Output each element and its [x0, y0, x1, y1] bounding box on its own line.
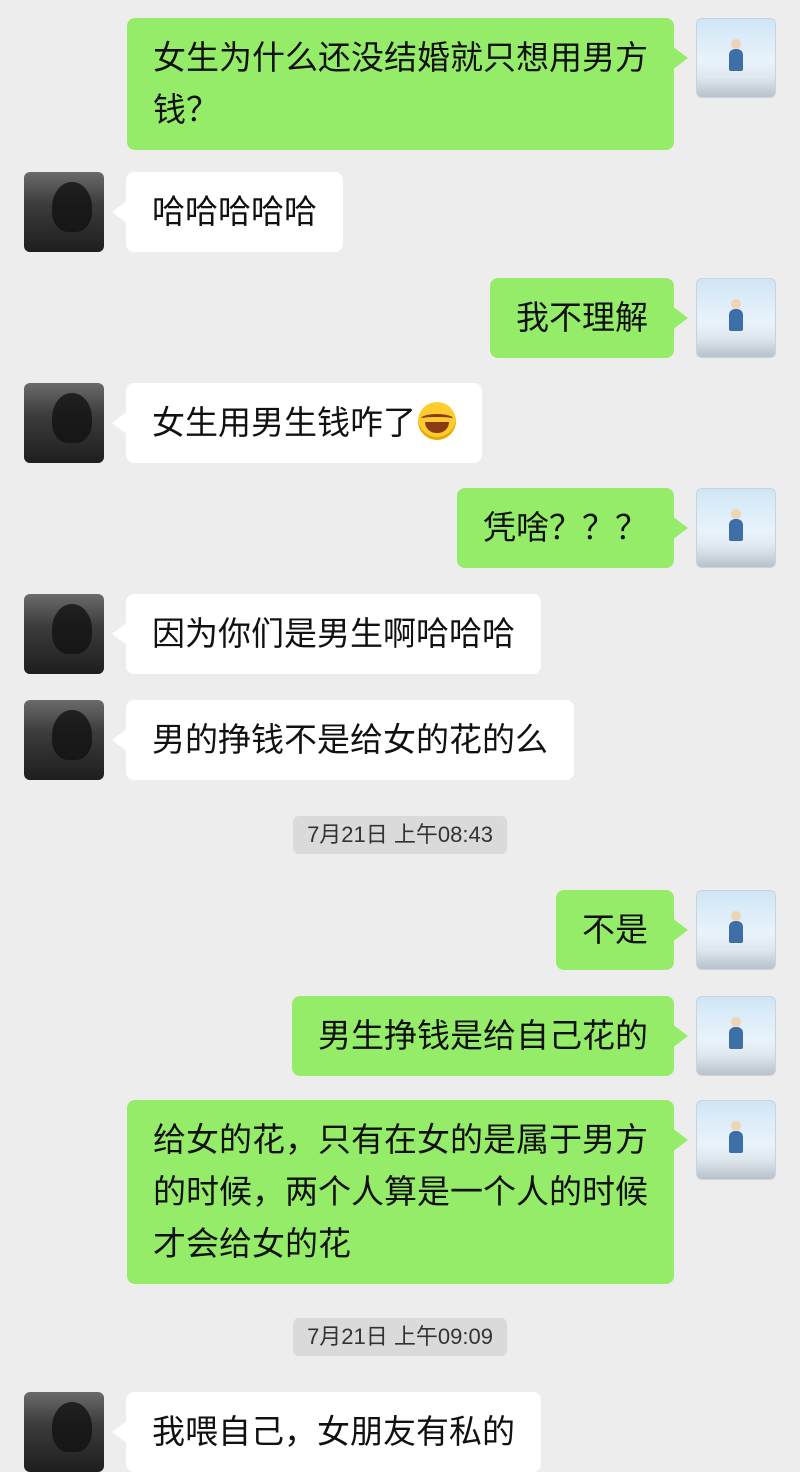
my-message-bubble[interactable]: 男生挣钱是给自己花的 [292, 996, 688, 1076]
contact-message-bubble[interactable]: 女生用男生钱咋了 [112, 383, 482, 463]
laughing-tears-emoji-icon [418, 402, 456, 440]
my-message-bubble[interactable]: 凭啥？？？ [457, 488, 688, 568]
contact-message-bubble[interactable]: 因为你们是男生啊哈哈哈 [112, 594, 541, 674]
my-message-bubble[interactable]: 给女的花，只有在女的是属于男方 的时候，两个人算是一个人的时候 才会给女的花 [127, 1100, 688, 1284]
contact-avatar[interactable] [24, 700, 104, 780]
my-avatar[interactable] [696, 996, 776, 1076]
my-avatar[interactable] [696, 278, 776, 358]
contact-avatar[interactable] [24, 172, 104, 252]
my-avatar[interactable] [696, 488, 776, 568]
my-avatar[interactable] [696, 890, 776, 970]
message-text: 女生用男生钱咋了 [152, 403, 416, 442]
my-message-bubble[interactable]: 我不理解 [490, 278, 688, 358]
contact-message-bubble[interactable]: 我喂自己，女朋友有私的 [112, 1392, 541, 1472]
contact-message-bubble[interactable]: 男的挣钱不是给女的花的么 [112, 700, 574, 780]
contact-avatar[interactable] [24, 1392, 104, 1472]
timestamp: 7月21日 上午09:09 [293, 1318, 507, 1356]
my-message-bubble[interactable]: 女生为什么还没结婚就只想用男方 钱？ [127, 18, 688, 150]
contact-avatar[interactable] [24, 594, 104, 674]
timestamp: 7月21日 上午08:43 [293, 816, 507, 854]
my-message-bubble[interactable]: 不是 [556, 890, 688, 970]
my-avatar[interactable] [696, 18, 776, 98]
contact-avatar[interactable] [24, 383, 104, 463]
contact-message-bubble[interactable]: 哈哈哈哈哈 [112, 172, 343, 252]
my-avatar[interactable] [696, 1100, 776, 1180]
